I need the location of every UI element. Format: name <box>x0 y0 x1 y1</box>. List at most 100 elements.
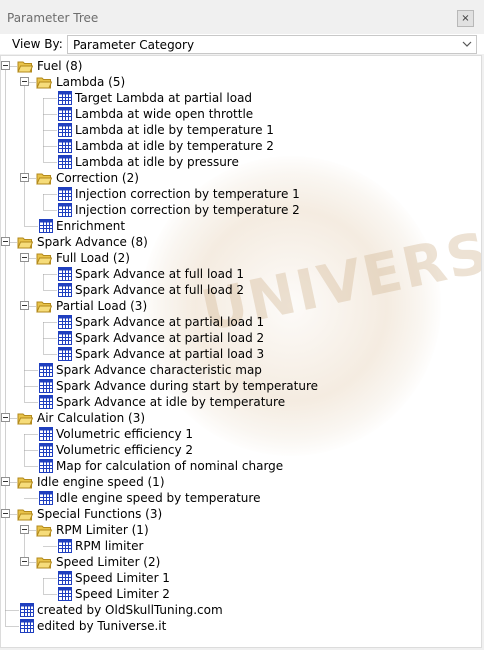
tree-map-item[interactable]: Lambda at wide open throttle <box>1 106 481 122</box>
tree-map-item[interactable]: created by OldSkullTuning.com <box>1 602 481 618</box>
tree-map-item[interactable]: Spark Advance at full load 1 <box>1 266 481 282</box>
map-table-icon <box>57 330 73 346</box>
tree-item-label: created by OldSkullTuning.com <box>37 603 223 617</box>
collapse-toggle[interactable] <box>20 557 29 566</box>
folder-open-icon <box>17 58 34 74</box>
map-table-icon <box>57 538 73 554</box>
tree-map-item[interactable]: Lambda at idle by temperature 2 <box>1 138 481 154</box>
collapse-toggle[interactable] <box>1 237 10 246</box>
map-table-icon <box>57 570 73 586</box>
tree-folder-node[interactable]: Special Functions (3) <box>1 506 481 522</box>
map-table-icon <box>38 218 54 234</box>
tree-item-label: Spark Advance at partial load 3 <box>75 347 265 361</box>
map-table-icon <box>57 106 73 122</box>
map-table-icon <box>57 138 73 154</box>
tree-folder-node[interactable]: Correction (2) <box>1 170 481 186</box>
tree-item-label: Spark Advance at idle by temperature <box>56 395 286 409</box>
collapse-toggle[interactable] <box>1 509 10 518</box>
map-table-icon <box>19 618 35 634</box>
tree-folder-node[interactable]: RPM Limiter (1) <box>1 522 481 538</box>
tree-item-label: Speed Limiter 1 <box>75 571 170 585</box>
collapse-toggle[interactable] <box>1 477 10 486</box>
tree-map-item[interactable]: Enrichment <box>1 218 481 234</box>
tree-map-item[interactable]: Lambda at idle by pressure <box>1 154 481 170</box>
tree-folder-node[interactable]: Speed Limiter (2) <box>1 554 481 570</box>
tree-map-item[interactable]: Spark Advance at partial load 2 <box>1 330 481 346</box>
tree-map-item[interactable]: Spark Advance characteristic map <box>1 362 481 378</box>
tree-map-item[interactable]: Spark Advance at idle by temperature <box>1 394 481 410</box>
map-table-icon <box>38 490 54 506</box>
tree-map-item[interactable]: Injection correction by temperature 1 <box>1 186 481 202</box>
map-table-icon <box>57 282 73 298</box>
tree-folder-node[interactable]: Air Calculation (3) <box>1 410 481 426</box>
collapse-toggle[interactable] <box>20 525 29 534</box>
parameter-tree[interactable]: UNIVERSE Fuel (8) Lambda (5) Target Lambda… <box>0 55 482 648</box>
tree-map-item[interactable]: Idle engine speed by temperature <box>1 490 481 506</box>
folder-open-icon <box>36 522 53 538</box>
tree-item-label: Spark Advance at full load 2 <box>75 283 245 297</box>
tree-map-item[interactable]: Lambda at idle by temperature 1 <box>1 122 481 138</box>
tree-map-item[interactable]: Speed Limiter 2 <box>1 586 481 602</box>
collapse-toggle[interactable] <box>20 253 29 262</box>
tree-item-label: Speed Limiter (2) <box>56 555 161 569</box>
map-table-icon <box>19 602 35 618</box>
tree-map-item[interactable]: Volumetric efficiency 2 <box>1 442 481 458</box>
map-table-icon <box>38 362 54 378</box>
tree-item-label: Spark Advance at partial load 1 <box>75 315 265 329</box>
tree-item-label: Spark Advance at partial load 2 <box>75 331 265 345</box>
tree-folder-node[interactable]: Idle engine speed (1) <box>1 474 481 490</box>
tree-map-item[interactable]: Target Lambda at partial load <box>1 90 481 106</box>
tree-folder-node[interactable]: Spark Advance (8) <box>1 234 481 250</box>
tree-item-label: Enrichment <box>56 219 126 233</box>
tree-map-item[interactable]: RPM limiter <box>1 538 481 554</box>
collapse-toggle[interactable] <box>1 413 10 422</box>
tree-map-item[interactable]: edited by Tuniverse.it <box>1 618 481 634</box>
tree-item-label: Lambda at idle by temperature 1 <box>75 123 274 137</box>
folder-open-icon <box>17 474 34 490</box>
map-table-icon <box>57 266 73 282</box>
tree-folder-node[interactable]: Full Load (2) <box>1 250 481 266</box>
folder-open-icon <box>36 298 53 314</box>
close-button[interactable]: × <box>457 10 474 27</box>
view-by-label: View By: <box>12 37 63 51</box>
tree-map-item[interactable]: Spark Advance at partial load 1 <box>1 314 481 330</box>
map-table-icon <box>38 394 54 410</box>
map-table-icon <box>57 122 73 138</box>
tree-item-label: edited by Tuniverse.it <box>37 619 167 633</box>
tree-folder-node[interactable]: Partial Load (3) <box>1 298 481 314</box>
tree-folder-node[interactable]: Fuel (8) <box>1 58 481 74</box>
tree-item-label: Lambda at idle by temperature 2 <box>75 139 274 153</box>
folder-open-icon <box>36 170 53 186</box>
folder-open-icon <box>36 554 53 570</box>
tree-item-label: Injection correction by temperature 2 <box>75 203 300 217</box>
tree-map-item[interactable]: Spark Advance at partial load 3 <box>1 346 481 362</box>
tree-map-item[interactable]: Spark Advance during start by temperatur… <box>1 378 481 394</box>
map-table-icon <box>57 154 73 170</box>
tree-item-label: Partial Load (3) <box>56 299 148 313</box>
collapse-toggle[interactable] <box>20 173 29 182</box>
collapse-toggle[interactable] <box>20 77 29 86</box>
tree-item-label: Full Load (2) <box>56 251 130 265</box>
tree-map-item[interactable]: Volumetric efficiency 1 <box>1 426 481 442</box>
tree-item-label: Air Calculation (3) <box>37 411 146 425</box>
folder-open-icon <box>17 234 34 250</box>
view-by-select[interactable]: Parameter Category <box>67 35 477 54</box>
map-table-icon <box>38 458 54 474</box>
tree-item-label: Map for calculation of nominal charge <box>56 459 284 473</box>
window-title: Parameter Tree <box>7 11 99 25</box>
tree-map-item[interactable]: Speed Limiter 1 <box>1 570 481 586</box>
view-by-selected-value: Parameter Category <box>73 38 195 52</box>
map-table-icon <box>38 378 54 394</box>
tree-map-item[interactable]: Map for calculation of nominal charge <box>1 458 481 474</box>
tree-item-label: Injection correction by temperature 1 <box>75 187 300 201</box>
tree-map-item[interactable]: Injection correction by temperature 2 <box>1 202 481 218</box>
chevron-down-icon <box>462 41 472 47</box>
collapse-toggle[interactable] <box>20 301 29 310</box>
tree-map-item[interactable]: Spark Advance at full load 2 <box>1 282 481 298</box>
collapse-toggle[interactable] <box>1 61 10 70</box>
map-table-icon <box>38 426 54 442</box>
tree-folder-node[interactable]: Lambda (5) <box>1 74 481 90</box>
view-by-bar: View By: Parameter Category <box>0 34 484 54</box>
folder-open-icon <box>36 250 53 266</box>
tree-item-label: Speed Limiter 2 <box>75 587 170 601</box>
